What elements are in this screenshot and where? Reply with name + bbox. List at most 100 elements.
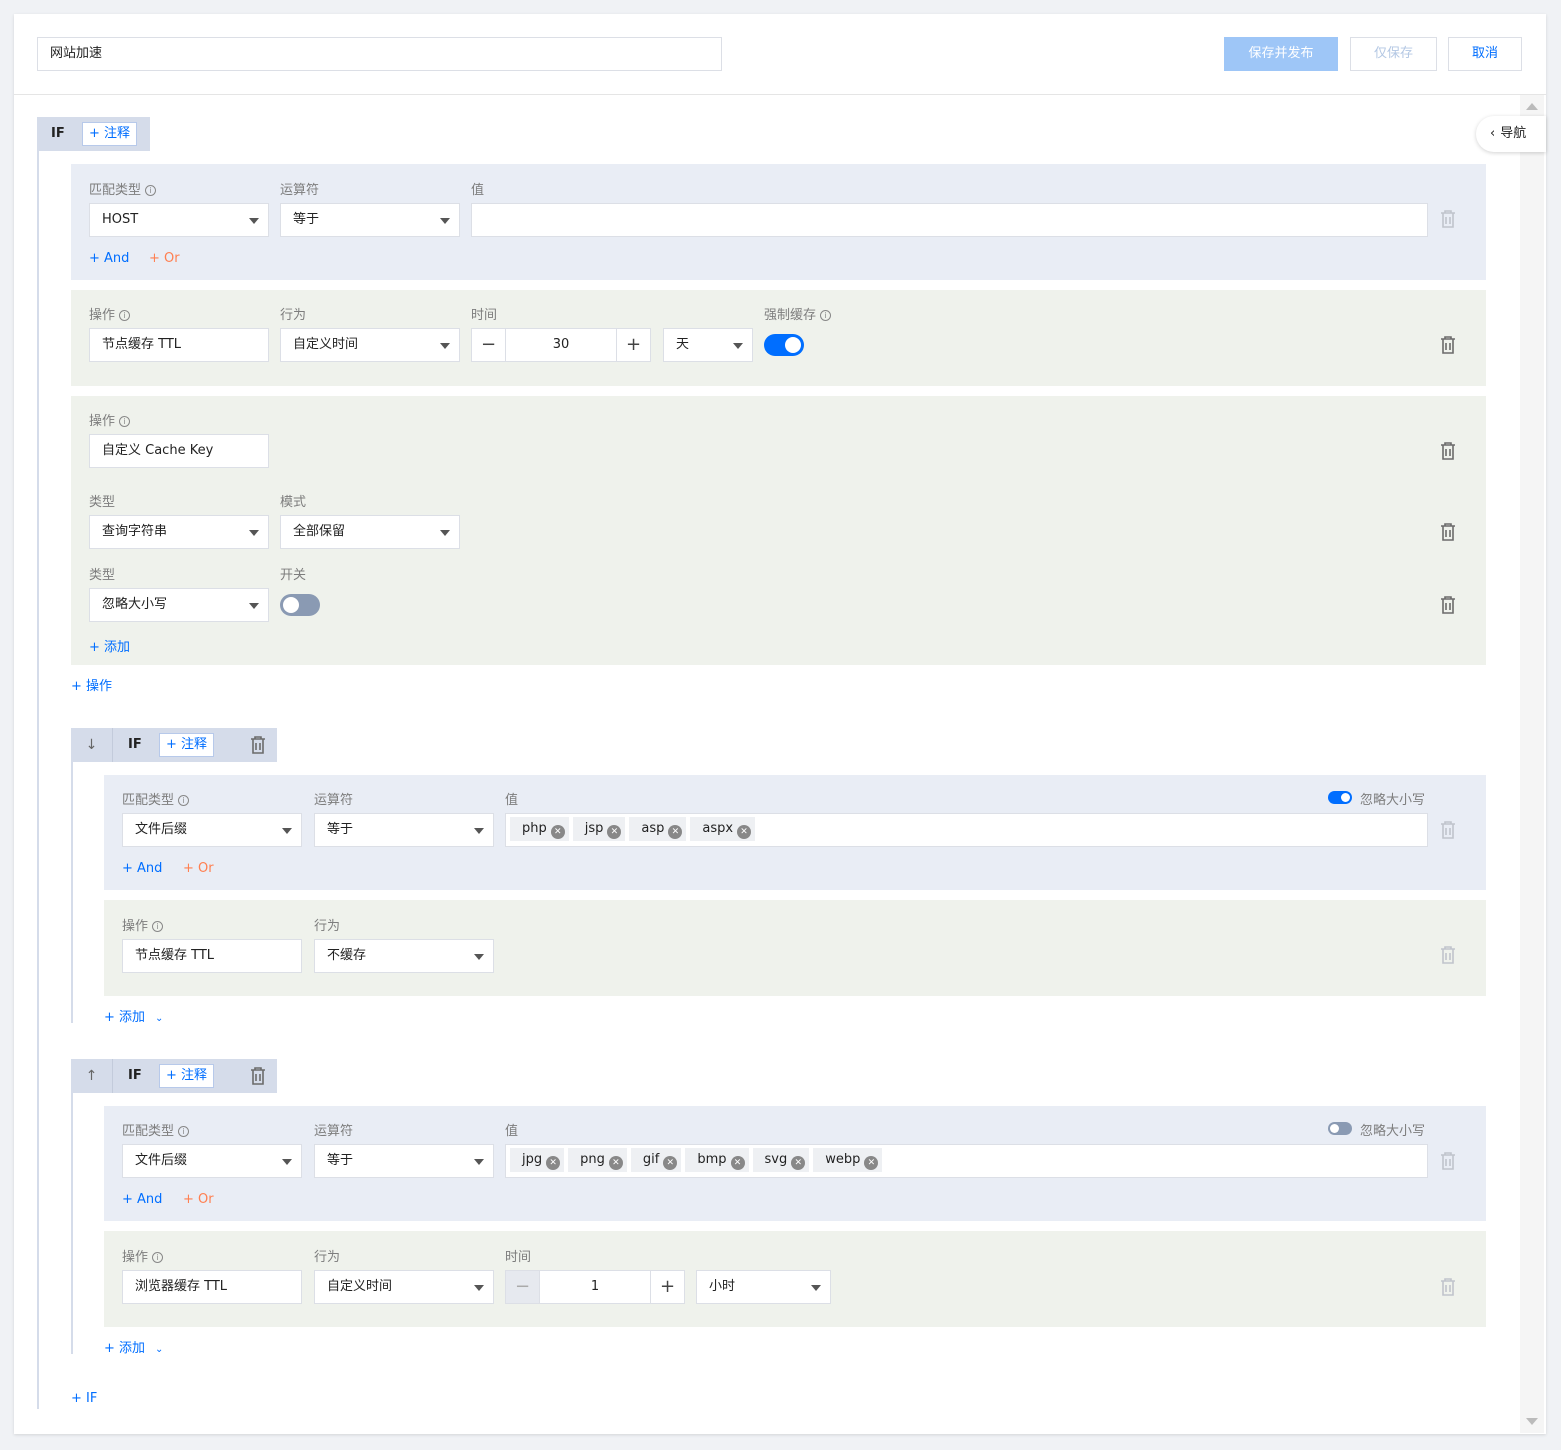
behavior-select[interactable]: 自定义时间 bbox=[314, 1270, 494, 1304]
close-icon[interactable]: ✕ bbox=[730, 1156, 745, 1170]
ignore-case-toggle[interactable] bbox=[1328, 1122, 1352, 1135]
plus-icon[interactable]: + bbox=[650, 1271, 684, 1303]
if-block-header: IF + 注释 bbox=[37, 117, 150, 151]
time-unit-select[interactable]: 小时 bbox=[696, 1270, 831, 1304]
if-label: IF bbox=[128, 1068, 142, 1083]
mode-select[interactable]: 全部保留 bbox=[280, 515, 460, 549]
force-cache-label: 强制缓存 i bbox=[764, 304, 832, 323]
delete-icon[interactable] bbox=[1440, 596, 1456, 614]
time-unit-select[interactable]: 天 bbox=[663, 328, 753, 362]
delete-icon[interactable] bbox=[250, 736, 266, 754]
operator-select[interactable]: 等于 bbox=[314, 813, 494, 847]
caret-down-icon bbox=[249, 530, 259, 536]
add-note-button[interactable]: + 注释 bbox=[159, 1064, 215, 1088]
arrow-down-icon[interactable]: ↓ bbox=[71, 728, 113, 762]
add-or-button[interactable]: + Or bbox=[183, 1192, 214, 1207]
operator-label: 运算符 bbox=[280, 183, 320, 198]
value-tag: svg ✕ bbox=[752, 1148, 810, 1172]
add-note-button[interactable]: + 注释 bbox=[159, 733, 215, 757]
cancel-button[interactable]: 取消 bbox=[1448, 37, 1522, 71]
scrollbar[interactable] bbox=[1520, 95, 1544, 1433]
operation-field[interactable]: 节点缓存 TTL bbox=[89, 328, 269, 362]
ignore-case-toggle[interactable] bbox=[1328, 791, 1352, 804]
add-button[interactable]: + 添加 bbox=[89, 636, 130, 655]
operation-label: 操作 i bbox=[122, 915, 164, 934]
delete-icon[interactable] bbox=[1440, 210, 1456, 228]
close-icon[interactable]: ✕ bbox=[864, 1156, 879, 1170]
arrow-up-icon[interactable]: ↑ bbox=[71, 1059, 113, 1093]
add-or-button[interactable]: + Or bbox=[183, 861, 214, 876]
force-cache-toggle[interactable] bbox=[764, 334, 804, 356]
save-publish-button[interactable]: 保存并发布 bbox=[1224, 37, 1338, 71]
scroll-down-icon[interactable] bbox=[1526, 1418, 1538, 1425]
time-stepper[interactable]: − 1 + bbox=[505, 1270, 685, 1304]
type-label: 类型 bbox=[89, 568, 116, 583]
close-icon[interactable]: ✕ bbox=[737, 825, 752, 839]
operation-field[interactable]: 节点缓存 TTL bbox=[122, 939, 302, 973]
behavior-select[interactable]: 不缓存 bbox=[314, 939, 494, 973]
operator-select[interactable]: 等于 bbox=[314, 1144, 494, 1178]
add-and-button[interactable]: + And bbox=[122, 1192, 162, 1207]
scroll-up-icon[interactable] bbox=[1526, 103, 1538, 110]
value-tag: gif ✕ bbox=[630, 1148, 682, 1172]
minus-icon[interactable]: − bbox=[506, 1271, 540, 1303]
save-only-button[interactable]: 仅保存 bbox=[1350, 37, 1437, 71]
type-select[interactable]: 查询字符串 bbox=[89, 515, 269, 549]
value-tag-input[interactable]: php ✕ jsp ✕ asp ✕ aspx ✕ bbox=[505, 813, 1428, 847]
time-stepper[interactable]: − 30 + bbox=[471, 328, 651, 362]
add-button[interactable]: + 添加 ⌄ bbox=[104, 1337, 163, 1356]
value-tag: aspx ✕ bbox=[690, 817, 756, 841]
plus-icon[interactable]: + bbox=[616, 329, 650, 361]
delete-icon[interactable] bbox=[1440, 442, 1456, 460]
add-if-button[interactable]: + IF bbox=[71, 1391, 97, 1406]
close-icon[interactable]: ✕ bbox=[550, 825, 565, 839]
caret-down-icon bbox=[282, 828, 292, 834]
delete-icon[interactable] bbox=[1440, 1152, 1456, 1170]
close-icon[interactable]: ✕ bbox=[791, 1156, 806, 1170]
operator-select[interactable]: 等于 bbox=[280, 203, 460, 237]
delete-icon[interactable] bbox=[1440, 523, 1456, 541]
value-tag: webp ✕ bbox=[813, 1148, 883, 1172]
add-action-button[interactable]: + 操作 bbox=[71, 675, 112, 694]
caret-down-icon bbox=[474, 954, 484, 960]
value-tag: jpg ✕ bbox=[510, 1148, 565, 1172]
value-tag-input[interactable]: jpg ✕ png ✕ gif ✕ bmp ✕ svg ✕ webp ✕ bbox=[505, 1144, 1428, 1178]
close-icon[interactable]: ✕ bbox=[663, 1156, 678, 1170]
time-value[interactable]: 1 bbox=[540, 1271, 650, 1303]
value-label: 值 bbox=[505, 793, 519, 808]
info-icon: i bbox=[119, 310, 131, 321]
match-type-select[interactable]: HOST bbox=[89, 203, 269, 237]
delete-icon[interactable] bbox=[1440, 336, 1456, 354]
delete-icon[interactable] bbox=[1440, 1278, 1456, 1296]
switch-toggle[interactable] bbox=[280, 594, 320, 616]
add-and-button[interactable]: + And bbox=[122, 861, 162, 876]
caret-down-icon bbox=[440, 218, 450, 224]
nav-toggle-button[interactable]: ‹ 导航 bbox=[1476, 116, 1546, 152]
close-icon[interactable]: ✕ bbox=[607, 825, 622, 839]
add-button[interactable]: + 添加 ⌄ bbox=[104, 1006, 163, 1025]
value-input[interactable] bbox=[471, 203, 1428, 237]
add-note-button[interactable]: + 注释 bbox=[82, 122, 138, 146]
match-type-select[interactable]: 文件后缀 bbox=[122, 813, 302, 847]
time-value[interactable]: 30 bbox=[506, 329, 616, 361]
behavior-select[interactable]: 自定义时间 bbox=[280, 328, 460, 362]
delete-icon[interactable] bbox=[1440, 821, 1456, 839]
operation-field[interactable]: 自定义 Cache Key bbox=[89, 434, 269, 468]
close-icon[interactable]: ✕ bbox=[608, 1156, 623, 1170]
caret-down-icon bbox=[733, 343, 743, 349]
info-icon: i bbox=[119, 416, 131, 427]
delete-icon[interactable] bbox=[1440, 946, 1456, 964]
add-and-button[interactable]: + And bbox=[89, 251, 129, 266]
minus-icon[interactable]: − bbox=[472, 329, 506, 361]
type-select[interactable]: 忽略大小写 bbox=[89, 588, 269, 622]
match-type-select[interactable]: 文件后缀 bbox=[122, 1144, 302, 1178]
value-tag: asp ✕ bbox=[629, 817, 687, 841]
rule-name-input[interactable]: 网站加速 bbox=[37, 37, 722, 71]
value-tag: png ✕ bbox=[568, 1148, 627, 1172]
close-icon[interactable]: ✕ bbox=[668, 825, 683, 839]
operation-field[interactable]: 浏览器缓存 TTL bbox=[122, 1270, 302, 1304]
add-or-button[interactable]: + Or bbox=[149, 251, 180, 266]
delete-icon[interactable] bbox=[250, 1067, 266, 1085]
nav-label: 导航 bbox=[1500, 126, 1527, 141]
close-icon[interactable]: ✕ bbox=[546, 1156, 561, 1170]
